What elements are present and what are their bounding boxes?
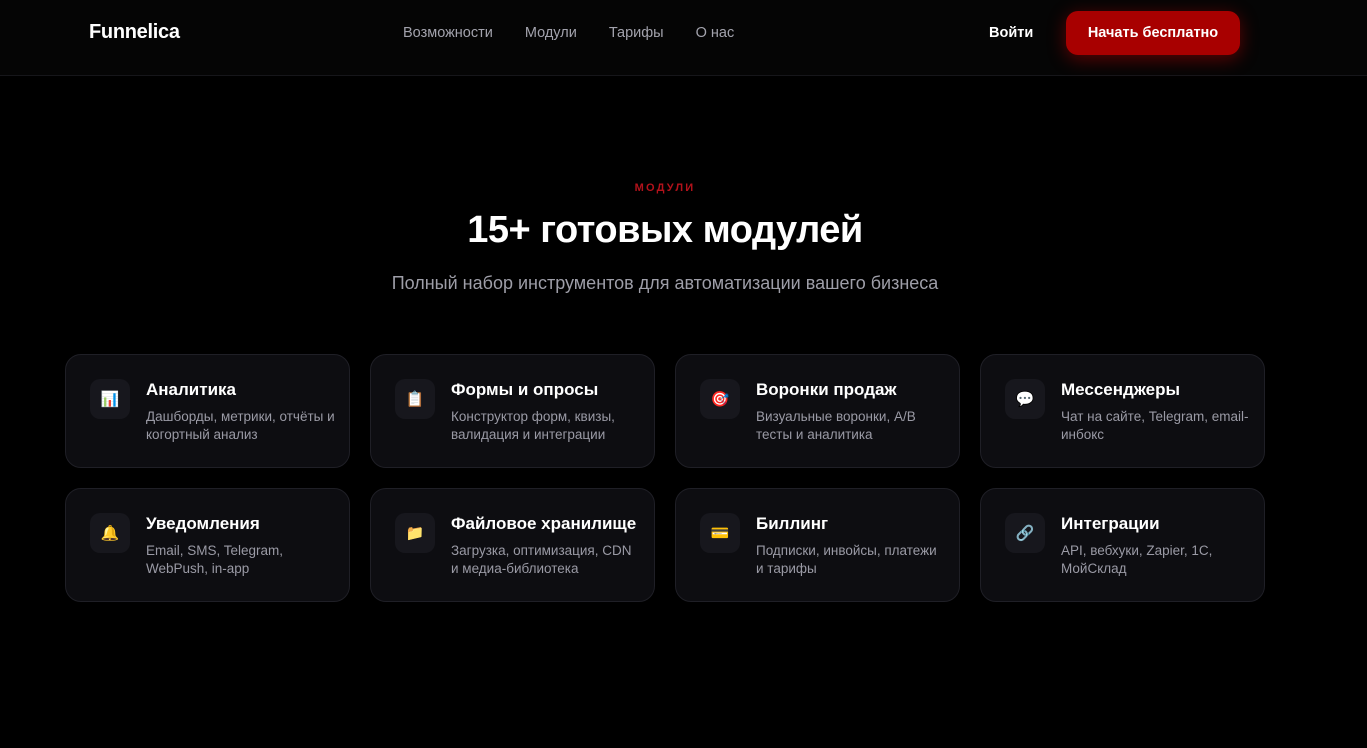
bell-icon: 🔔 <box>90 513 130 553</box>
folder-icon: 📁 <box>395 513 435 553</box>
module-card-file-storage[interactable]: 📁 Файловое хранилище Загрузка, оптимизац… <box>370 488 655 602</box>
module-title: Воронки продаж <box>756 380 897 399</box>
module-description: Email, SMS, Telegram, WebPush, in-app <box>146 543 284 576</box>
start-free-button[interactable]: Начать бесплатно <box>1066 11 1240 55</box>
section-subtitle: Полный набор инструментов для автоматиза… <box>391 273 939 293</box>
target-icon: 🎯 <box>700 379 740 419</box>
module-description: Конструктор форм, квизы, валидация и инт… <box>451 409 615 442</box>
nav-link-modules[interactable]: Модули <box>525 25 577 41</box>
module-title: Аналитика <box>146 380 236 399</box>
module-description: Дашборды, метрики, отчёты и когортный ан… <box>146 409 335 442</box>
module-title: Биллинг <box>756 514 829 533</box>
module-card-forms[interactable]: 📋 Формы и опросы Конструктор форм, квизы… <box>370 354 655 468</box>
module-card-messengers[interactable]: 💬 Мессенджеры Чат на сайте, Telegram, em… <box>980 354 1265 468</box>
module-title: Интеграции <box>1061 514 1160 533</box>
credit-card-icon: 💳 <box>700 513 740 553</box>
module-description: API, вебхуки, Zapier, 1С, МойСклад <box>1061 543 1213 576</box>
module-title: Файловое хранилище <box>451 514 637 533</box>
module-title: Формы и опросы <box>451 380 599 399</box>
section-eyebrow: МОДУЛИ <box>634 182 696 194</box>
module-description: Подписки, инвойсы, платежи и тарифы <box>756 543 937 576</box>
login-link[interactable]: Войти <box>989 25 1033 41</box>
module-title: Уведомления <box>146 514 260 533</box>
section-title: 15+ готовых модулей <box>467 209 863 251</box>
module-card-notifications[interactable]: 🔔 Уведомления Email, SMS, Telegram, WebP… <box>65 488 350 602</box>
chat-bubble-icon: 💬 <box>1005 379 1045 419</box>
main-nav: Возможности Модули Тарифы О нас <box>403 25 734 41</box>
module-description: Визуальные воронки, A/B тесты и аналитик… <box>756 409 916 442</box>
module-description: Загрузка, оптимизация, CDN и медиа-библи… <box>451 543 632 576</box>
top-navbar: Funnelica Возможности Модули Тарифы О на… <box>0 0 1367 76</box>
logo[interactable]: Funnelica <box>89 21 180 44</box>
nav-link-pricing[interactable]: Тарифы <box>609 25 664 41</box>
module-card-billing[interactable]: 💳 Биллинг Подписки, инвойсы, платежи и т… <box>675 488 960 602</box>
clipboard-icon: 📋 <box>395 379 435 419</box>
module-description: Чат на сайте, Telegram, email-инбокс <box>1061 409 1249 442</box>
nav-link-features[interactable]: Возможности <box>403 25 493 41</box>
chart-icon: 📊 <box>90 379 130 419</box>
module-card-integrations[interactable]: 🔗 Интеграции API, вебхуки, Zapier, 1С, М… <box>980 488 1265 602</box>
link-icon: 🔗 <box>1005 513 1045 553</box>
module-card-funnels[interactable]: 🎯 Воронки продаж Визуальные воронки, A/B… <box>675 354 960 468</box>
module-title: Мессенджеры <box>1061 380 1180 399</box>
module-card-analytics[interactable]: 📊 Аналитика Дашборды, метрики, отчёты и … <box>65 354 350 468</box>
nav-link-about[interactable]: О нас <box>696 25 735 41</box>
